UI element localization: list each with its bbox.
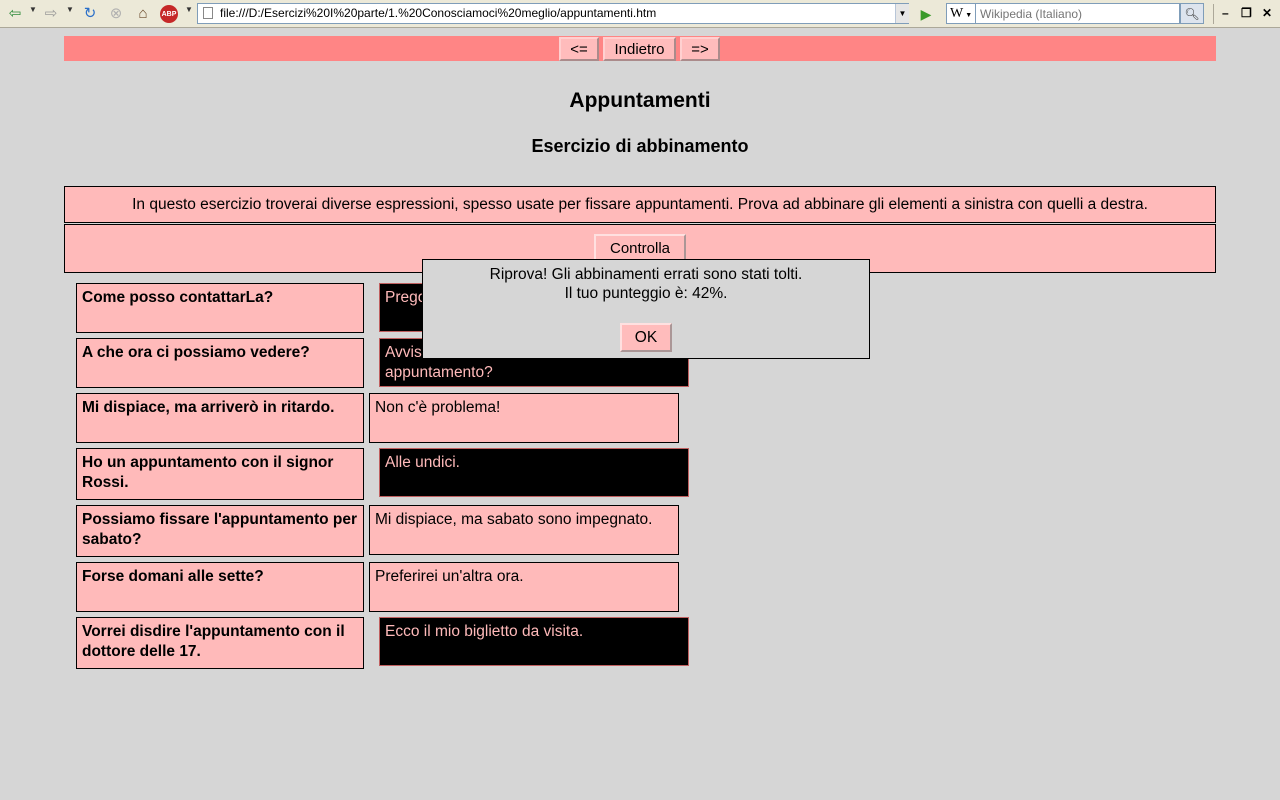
right-item[interactable]: Ecco il mio biglietto da visita. xyxy=(379,617,689,666)
left-item: Forse domani alle sette? xyxy=(76,562,364,612)
left-item: A che ora ci possiamo vedere? xyxy=(76,338,364,388)
browser-toolbar: ⇦ ▼ ⇨ ▼ ↻ ⊗ ⌂ ABP ▼ file:///D:/Esercizi%… xyxy=(0,0,1280,28)
close-icon[interactable]: ✕ xyxy=(1262,6,1272,20)
page-subtitle: Esercizio di abbinamento xyxy=(531,136,749,156)
adblock-icon[interactable]: ABP xyxy=(160,5,178,23)
address-dropdown-icon[interactable]: ▼ xyxy=(895,4,909,23)
instructions: In questo esercizio troverai diverse esp… xyxy=(64,186,1216,223)
page-icon xyxy=(203,7,213,19)
right-item[interactable]: Mi dispiace, ma sabato sono impegnato. xyxy=(369,505,679,555)
reload-icon[interactable]: ↻ xyxy=(79,4,101,24)
page-title: Appuntamenti xyxy=(569,89,711,112)
right-item[interactable]: Non c'è problema! xyxy=(369,393,679,443)
search-icon[interactable]: 🔍︎ xyxy=(1180,3,1204,24)
prev-button[interactable]: <= xyxy=(559,37,599,61)
minimize-icon[interactable]: – xyxy=(1222,6,1229,20)
left-item: Vorrei disdire l'appuntamento con il dot… xyxy=(76,617,364,669)
left-item: Ho un appuntamento con il signor Rossi. xyxy=(76,448,364,500)
stop-icon[interactable]: ⊗ xyxy=(105,4,127,24)
forward-icon[interactable]: ⇨ xyxy=(40,4,62,24)
forward-history-dropdown-icon[interactable]: ▼ xyxy=(66,5,74,14)
search-input[interactable] xyxy=(976,3,1180,24)
left-item: Mi dispiace, ma arriverò in ritardo. xyxy=(76,393,364,443)
search-engine-selector[interactable]: W ▼ xyxy=(946,3,976,24)
feedback-dialog: Riprova! Gli abbinamenti errati sono sta… xyxy=(422,259,870,359)
left-item: Come posso contattarLa? xyxy=(76,283,364,333)
right-item[interactable]: Preferirei un'altra ora. xyxy=(369,562,679,612)
next-button[interactable]: => xyxy=(680,37,720,61)
wikipedia-icon: W xyxy=(950,6,964,21)
home-icon[interactable]: ⌂ xyxy=(132,4,154,24)
back-button[interactable]: Indietro xyxy=(603,37,676,61)
restore-icon[interactable]: ❐ xyxy=(1241,6,1252,20)
left-item: Possiamo fissare l'appuntamento per saba… xyxy=(76,505,364,557)
score-text: Il tuo punteggio è: 42%. xyxy=(564,285,728,302)
feedback-message: Riprova! Gli abbinamenti errati sono sta… xyxy=(489,266,803,283)
right-item[interactable]: Alle undici. xyxy=(379,448,689,497)
instructions-text: In questo esercizio troverai diverse esp… xyxy=(132,195,1148,213)
toolbar-divider xyxy=(1213,4,1214,24)
ok-button[interactable]: OK xyxy=(620,323,672,352)
right-item-line: Avvis xyxy=(385,344,422,361)
go-icon[interactable]: ▶ xyxy=(915,4,937,24)
check-button[interactable]: Controlla xyxy=(594,234,686,262)
back-icon[interactable]: ⇦ xyxy=(4,4,26,24)
right-item-line: appuntamento? xyxy=(385,364,493,381)
adblock-dropdown-icon[interactable]: ▼ xyxy=(185,5,193,14)
address-bar[interactable]: file:///D:/Esercizi%20I%20parte/1.%20Con… xyxy=(197,3,909,24)
back-history-dropdown-icon[interactable]: ▼ xyxy=(29,5,37,14)
